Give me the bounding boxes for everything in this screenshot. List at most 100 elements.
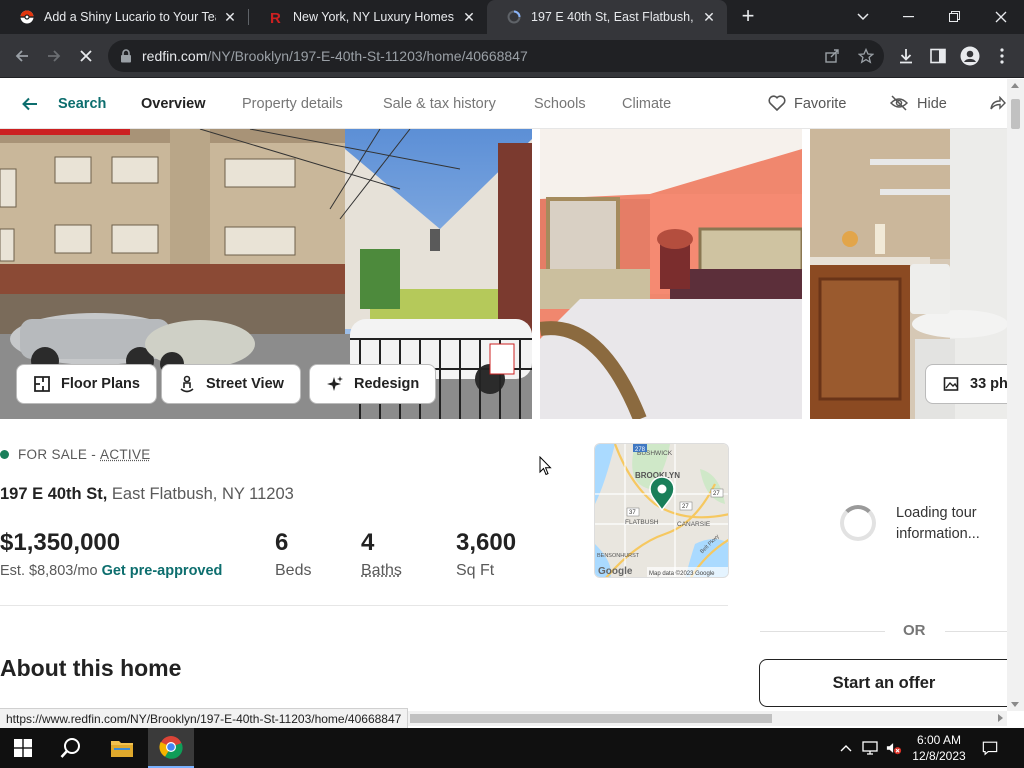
listing-address: 197 E 40th St, East Flatbush, NY 11203 xyxy=(0,485,294,504)
side-panel-icon[interactable] xyxy=(928,46,948,66)
taskbar-search-icon[interactable] xyxy=(48,728,94,768)
google-map-logo: Google xyxy=(598,566,633,577)
loading-spinner-icon xyxy=(840,505,876,541)
redesign-button[interactable]: Redesign xyxy=(309,364,437,404)
tab-redfin-luxury[interactable]: R New York, NY Luxury Homes, Ma ✕ xyxy=(249,0,487,34)
tray-chevron-up-icon[interactable] xyxy=(838,740,854,756)
back-button[interactable] xyxy=(10,44,34,68)
search-link[interactable]: Search xyxy=(58,96,106,112)
tab-title: New York, NY Luxury Homes, Ma xyxy=(293,10,455,24)
address-bar[interactable]: redfin.com/NY/Brooklyn/197-E-40th-St-112… xyxy=(108,40,884,72)
favorite-button[interactable]: Favorite xyxy=(794,96,846,112)
street-view-button[interactable]: Street View xyxy=(161,364,301,404)
scroll-right-arrow-icon[interactable] xyxy=(998,714,1003,722)
scroll-down-arrow-icon[interactable] xyxy=(1011,702,1019,707)
scroll-up-arrow-icon[interactable] xyxy=(1011,83,1019,88)
tour-loading-text: Loading tour information... xyxy=(896,505,980,542)
file-explorer-icon[interactable] xyxy=(99,728,145,768)
estimated-payment: Est. $8,803/mo Get pre-approved xyxy=(0,563,222,579)
tab-sale-tax-history[interactable]: Sale & tax history xyxy=(383,96,496,112)
svg-text:R: R xyxy=(270,10,281,24)
tab-title: 197 E 40th St, East Flatbush, NY 1 xyxy=(531,10,695,24)
tab-search-icon[interactable] xyxy=(840,0,886,34)
back-arrow-icon[interactable] xyxy=(22,97,38,116)
photo-gallery-icon xyxy=(942,375,960,393)
link-hover-status: https://www.redfin.com/NY/Brooklyn/197-E… xyxy=(0,708,409,728)
heart-icon[interactable] xyxy=(768,95,786,116)
close-window-button[interactable] xyxy=(978,0,1024,34)
stop-loading-button[interactable] xyxy=(74,44,98,68)
shield-278-label: 278 xyxy=(635,447,646,453)
or-divider-left xyxy=(760,631,885,632)
url-text[interactable]: redfin.com/NY/Brooklyn/197-E-40th-St-112… xyxy=(142,48,528,64)
status-active[interactable]: ACTIVE xyxy=(100,447,151,462)
vertical-scroll-thumb[interactable] xyxy=(1011,99,1020,129)
get-pre-approved-link[interactable]: Get pre-approved xyxy=(102,563,223,579)
tab-pokemon[interactable]: Add a Shiny Lucario to Your Team ✕ xyxy=(0,0,248,34)
page-viewport: Search Overview Property details Sale & … xyxy=(0,79,1024,711)
chrome-taskbar-icon[interactable] xyxy=(148,728,194,768)
street-address: 197 E 40th St, xyxy=(0,485,108,503)
horizontal-scroll-thumb[interactable] xyxy=(410,714,772,723)
windows-start-icon[interactable] xyxy=(0,728,46,768)
network-icon[interactable] xyxy=(862,740,878,756)
mouse-cursor-icon xyxy=(539,455,552,481)
or-divider-right xyxy=(945,631,1007,632)
close-tab-icon[interactable]: ✕ xyxy=(222,9,238,25)
forward-button[interactable] xyxy=(42,44,66,68)
share-arrow-icon[interactable] xyxy=(990,95,1006,115)
photos-count-label: 33 ph xyxy=(970,376,1008,392)
lock-icon[interactable] xyxy=(120,49,132,68)
bedroom-photo[interactable] xyxy=(540,129,802,419)
street-view-person-icon xyxy=(178,375,196,393)
section-divider xyxy=(0,605,728,606)
floor-plans-button[interactable]: Floor Plans xyxy=(16,364,157,404)
vertical-scrollbar[interactable] xyxy=(1007,79,1024,711)
street-view-label: Street View xyxy=(206,376,284,392)
shield-27a-label: 27 xyxy=(713,491,720,497)
new-tab-button[interactable]: + xyxy=(736,5,760,29)
sparkle-icon xyxy=(326,375,344,393)
about-heading: About this home xyxy=(0,655,182,681)
location-map[interactable]: BUSHWICK BROOKLYN FLATBUSH CANARSIE BENS… xyxy=(594,443,729,578)
tab-redfin-listing[interactable]: 197 E 40th St, East Flatbush, NY 1 ✕ xyxy=(487,0,727,34)
baths-label[interactable]: Baths xyxy=(361,562,402,580)
browser-menu-icon[interactable] xyxy=(992,46,1012,66)
sqft-value: 3,600 xyxy=(456,529,517,556)
browser-toolbar: redfin.com/NY/Brooklyn/197-E-40th-St-112… xyxy=(0,34,1024,78)
listing-status: FOR SALE - ACTIVE xyxy=(0,447,151,462)
system-clock[interactable]: 6:00 AM 12/8/2023 xyxy=(910,732,968,764)
notification-center-icon[interactable] xyxy=(982,740,998,756)
browser-tab-strip: Add a Shiny Lucario to Your Team ✕ R New… xyxy=(0,0,1024,34)
map-data-credit: Map data ©2023 Google xyxy=(649,570,715,577)
est-payment-text[interactable]: Est. $8,803/mo xyxy=(0,563,98,579)
close-tab-icon[interactable]: ✕ xyxy=(461,9,477,25)
status-dot xyxy=(0,450,9,459)
beds-label: Beds xyxy=(275,562,312,579)
tab-climate[interactable]: Climate xyxy=(622,96,671,112)
share-icon[interactable] xyxy=(824,48,840,64)
tab-overview[interactable]: Overview xyxy=(141,96,206,112)
or-label: OR xyxy=(903,622,926,639)
bookmark-star-icon[interactable] xyxy=(857,47,875,64)
shield-37-label: 37 xyxy=(629,510,636,516)
loading-favicon-icon xyxy=(507,10,521,24)
start-offer-button[interactable]: Start an offer xyxy=(759,659,1019,707)
listing-price: $1,350,000 xyxy=(0,529,121,556)
map-label-flatbush: FLATBUSH xyxy=(625,519,659,526)
pokeball-icon xyxy=(20,10,34,24)
windows-taskbar: 6:00 AM 12/8/2023 xyxy=(0,728,1024,768)
tab-schools[interactable]: Schools xyxy=(534,96,586,112)
hide-button[interactable]: Hide xyxy=(917,96,947,112)
floor-plan-icon xyxy=(33,375,51,393)
minimize-button[interactable] xyxy=(886,0,932,34)
profile-avatar-icon[interactable] xyxy=(960,46,980,66)
status-prefix: FOR SALE - xyxy=(18,447,97,462)
tab-property-details[interactable]: Property details xyxy=(242,96,343,112)
restore-button[interactable] xyxy=(932,0,978,34)
download-icon[interactable] xyxy=(896,46,916,66)
beds-value: 6 xyxy=(275,529,289,556)
volume-muted-icon[interactable] xyxy=(886,740,902,756)
close-tab-icon[interactable]: ✕ xyxy=(701,9,717,25)
hide-eye-icon[interactable] xyxy=(889,95,909,116)
